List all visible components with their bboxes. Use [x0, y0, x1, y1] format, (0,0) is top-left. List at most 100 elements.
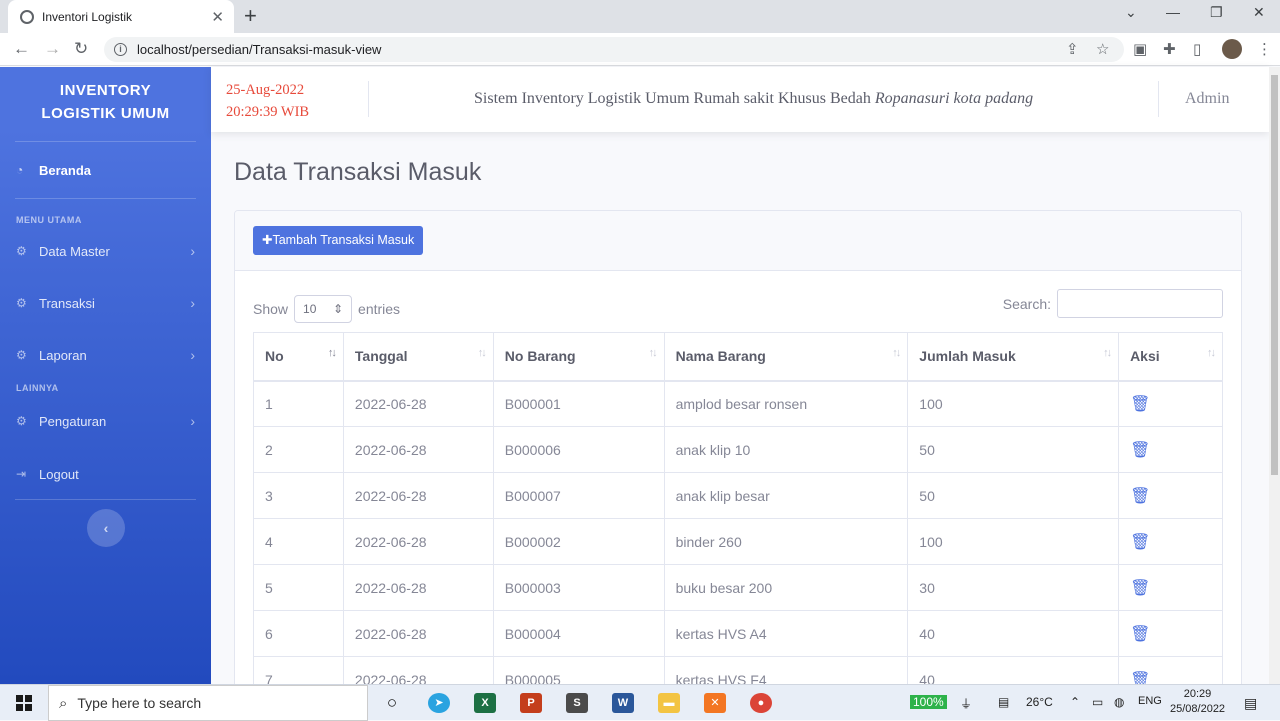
sidebar-toggle-button[interactable]: ‹: [87, 509, 125, 547]
search-control: Search:: [1003, 289, 1223, 318]
column-header-no-barang[interactable]: No Barang ↑↓: [492, 332, 665, 382]
cell-no: 6: [253, 610, 344, 657]
trash-icon[interactable]: 🗑: [1130, 580, 1150, 597]
profile-avatar[interactable]: [1222, 39, 1242, 59]
sidebar-brand[interactable]: INVENTORY LOGISTIK UMUM: [0, 67, 211, 125]
sort-icon: ↑↓: [477, 347, 487, 359]
notification-icon[interactable]: ▤: [1244, 695, 1257, 712]
sidebar-item-beranda[interactable]: ◔ Beranda: [0, 142, 211, 198]
column-header-no[interactable]: No ↑↓: [253, 332, 344, 382]
sidebar-item-label: Logout: [39, 466, 79, 482]
sidebar-divider: [15, 198, 196, 199]
search-label: Search:: [1002, 295, 1051, 312]
user-menu[interactable]: Admin: [1185, 90, 1229, 108]
scrollbar-thumb[interactable]: [1271, 75, 1278, 475]
trash-icon[interactable]: 🗑: [1130, 626, 1150, 643]
task-view-icon[interactable]: ○: [381, 693, 403, 713]
show-label: Show: [253, 301, 289, 317]
cell-jumlah: 100: [907, 380, 1120, 427]
windows-taskbar: ⌕ Type here to search ○ ➤ X P S W ▬ ✕ ● …: [0, 684, 1280, 721]
add-transaction-button[interactable]: ✚Tambah Transaksi Masuk: [253, 226, 424, 255]
cell-no-barang: B000004: [492, 610, 665, 657]
extension-app-icon[interactable]: ▣: [1133, 40, 1147, 58]
back-icon[interactable]: ←: [13, 39, 30, 59]
taskbar-search-placeholder: Type here to search: [77, 695, 202, 711]
telegram-icon[interactable]: ➤: [428, 693, 450, 713]
sidebar-item-pengaturan[interactable]: ⚙ Pengaturan ›: [0, 393, 211, 449]
cog-icon: ⚙: [16, 296, 27, 310]
weather-icon[interactable]: ▤: [998, 695, 1009, 709]
cell-aksi: 🗑: [1118, 518, 1223, 565]
close-tab-icon[interactable]: ✕: [211, 8, 224, 26]
cell-jumlah: 50: [907, 426, 1120, 473]
cell-no-barang: B000002: [492, 518, 665, 565]
clock-date: 25-Aug-2022: [226, 82, 305, 98]
cell-tanggal: 2022-06-28: [342, 610, 494, 657]
trash-icon[interactable]: 🗑: [1130, 396, 1150, 413]
chrome-icon[interactable]: ●: [750, 693, 772, 713]
entries-select[interactable]: 10 ⇕: [294, 295, 353, 323]
chevron-right-icon: ›: [190, 413, 195, 429]
taskbar-clock[interactable]: 20:29 25/08/2022: [1170, 687, 1225, 717]
xampp-icon[interactable]: ✕: [704, 693, 726, 713]
new-tab-icon[interactable]: +: [244, 3, 257, 29]
reload-icon[interactable]: ↻: [74, 39, 88, 59]
header-label: No: [265, 348, 284, 365]
cog-icon: ⚙: [16, 348, 27, 362]
select-arrows-icon: ⇕: [332, 302, 344, 316]
search-input[interactable]: [1057, 289, 1223, 318]
page-scrollbar[interactable]: [1269, 67, 1280, 684]
taskbar-search-box[interactable]: ⌕ Type here to search: [48, 685, 368, 721]
cell-tanggal: 2022-06-28: [342, 472, 494, 519]
sidebar-item-transaksi[interactable]: ⚙ Transaksi ›: [0, 277, 211, 329]
sidebar-item-data-master[interactable]: ⚙ Data Master ›: [0, 225, 211, 277]
trash-icon[interactable]: 🗑: [1130, 534, 1150, 551]
header-label: Jumlah Masuk: [919, 348, 1016, 365]
side-panel-icon[interactable]: ▯: [1193, 40, 1201, 58]
restore-icon[interactable]: ❐: [1210, 4, 1223, 21]
share-icon[interactable]: ⇪: [1066, 40, 1079, 58]
tab-search-icon[interactable]: ⌄: [1125, 4, 1137, 21]
url-field[interactable]: i localhost/persedian/Transaksi-masuk-vi…: [104, 37, 1124, 62]
trash-icon[interactable]: 🗑: [1130, 442, 1150, 459]
sidebar-heading: MENU UTAMA: [16, 215, 82, 225]
windows-start-icon[interactable]: [16, 695, 32, 711]
column-header-jumlah-masuk[interactable]: Jumlah Masuk ↑↓: [907, 332, 1120, 382]
sidebar-item-laporan[interactable]: ⚙ Laporan ›: [0, 329, 211, 381]
menu-kebab-icon[interactable]: ⋮: [1257, 40, 1272, 58]
forward-icon[interactable]: →: [44, 39, 61, 59]
chevron-right-icon: ›: [190, 347, 195, 363]
clock: 25-Aug-2022 20:29:39 WIB: [226, 79, 309, 123]
column-header-tanggal[interactable]: Tanggal ↑↓: [342, 332, 494, 382]
powerpoint-icon[interactable]: P: [520, 693, 542, 713]
table-row: 3 2022-06-28 B000007 anak klip besar 50 …: [253, 472, 1223, 519]
trash-icon[interactable]: 🗑: [1130, 488, 1150, 505]
add-button-label: Tambah Transaksi Masuk: [272, 233, 415, 247]
file-explorer-icon[interactable]: ▬: [658, 693, 680, 713]
temperature[interactable]: 26°C: [1026, 695, 1053, 709]
minimize-icon[interactable]: —: [1166, 4, 1180, 20]
bookmark-star-icon[interactable]: ☆: [1096, 40, 1109, 58]
window-close-icon[interactable]: ✕: [1253, 4, 1265, 21]
column-header-nama-barang[interactable]: Nama Barang ↑↓: [663, 332, 909, 382]
chevron-up-icon[interactable]: ⌃: [1070, 695, 1080, 709]
battery-indicator[interactable]: 100%: [910, 695, 947, 709]
system-title-text: Sistem Inventory Logistik Umum Rumah sak…: [474, 90, 875, 107]
sidebar-item-logout[interactable]: ⇥ Logout: [0, 449, 211, 499]
excel-icon[interactable]: X: [474, 693, 496, 713]
table-header-row: No ↑↓ Tanggal ↑↓ No Barang ↑↓ Nama Barang ↑↓…: [253, 332, 1223, 382]
browser-tab-strip: Inventori Logistik ✕ + ⌄ — ❐ ✕: [0, 0, 1280, 33]
browser-tab[interactable]: Inventori Logistik ✕: [8, 0, 234, 33]
language-indicator[interactable]: ENG: [1138, 695, 1162, 707]
sidebar: INVENTORY LOGISTIK UMUM ◔ Beranda MENU U…: [0, 67, 211, 684]
column-header-aksi[interactable]: Aksi ↑↓: [1118, 332, 1223, 382]
site-info-icon[interactable]: i: [114, 43, 127, 56]
battery-icon[interactable]: ▭: [1092, 695, 1103, 709]
puzzle-icon[interactable]: ✚: [1163, 40, 1176, 58]
network-icon[interactable]: ◍: [1114, 695, 1124, 709]
cell-no-barang: B000007: [492, 472, 665, 519]
sublime-text-icon[interactable]: S: [566, 693, 588, 713]
word-icon[interactable]: W: [612, 693, 634, 713]
sidebar-heading: LAINNYA: [16, 383, 59, 393]
system-title-italic: Ropanasuri kota padang: [874, 90, 1034, 107]
